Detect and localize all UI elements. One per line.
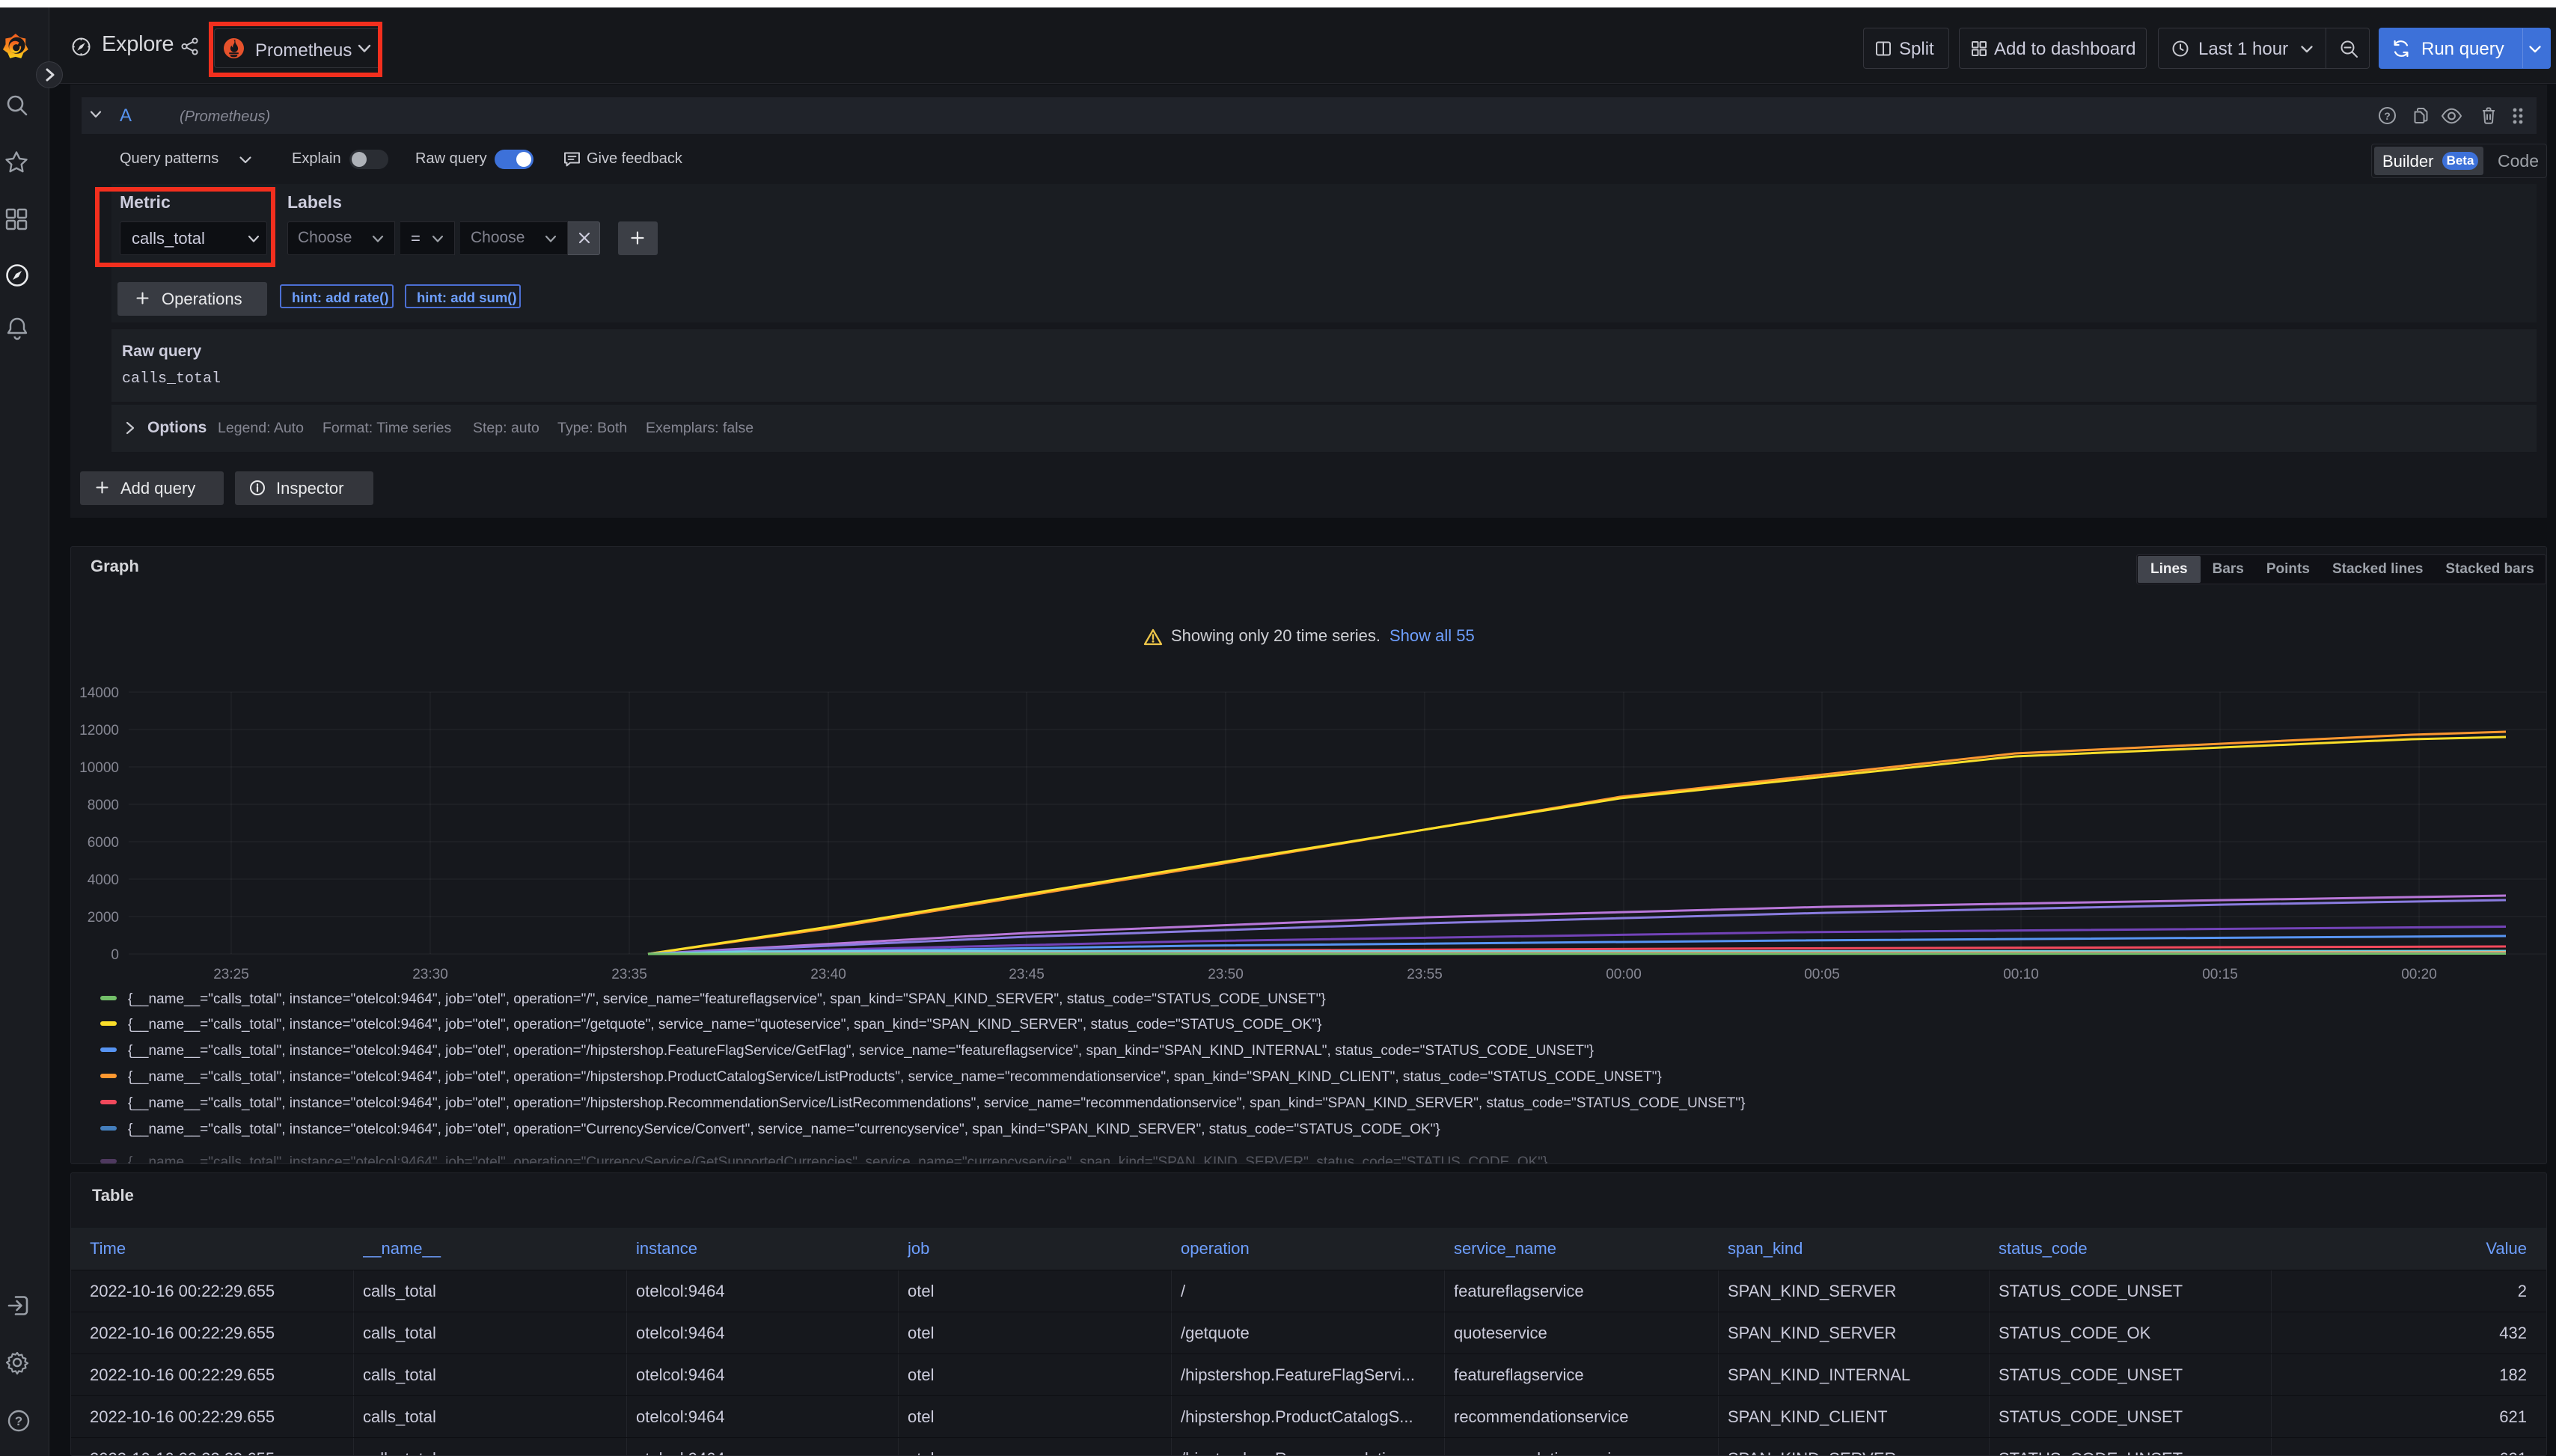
svg-text:23:30: 23:30 [412, 967, 448, 982]
svg-text:23:45: 23:45 [1009, 967, 1045, 982]
svg-text:?: ? [2384, 110, 2391, 122]
svg-text:00:05: 00:05 [1804, 967, 1840, 982]
svg-text:00:20: 00:20 [2401, 967, 2437, 982]
svg-text:12000: 12000 [79, 723, 119, 738]
svg-text:23:55: 23:55 [1407, 967, 1443, 982]
svg-text:00:10: 00:10 [2003, 967, 2039, 982]
svg-text:23:35: 23:35 [611, 967, 647, 982]
svg-text:00:00: 00:00 [1606, 967, 1642, 982]
svg-text:00:15: 00:15 [2202, 967, 2238, 982]
svg-text:2000: 2000 [88, 910, 119, 926]
svg-text:23:25: 23:25 [213, 967, 249, 982]
svg-text:4000: 4000 [88, 872, 119, 888]
svg-text:0: 0 [111, 947, 119, 963]
svg-text:10000: 10000 [79, 760, 119, 776]
svg-text:23:50: 23:50 [1208, 967, 1244, 982]
svg-text:6000: 6000 [88, 835, 119, 851]
svg-text:14000: 14000 [79, 685, 119, 701]
svg-text:8000: 8000 [88, 798, 119, 813]
svg-text:23:40: 23:40 [810, 967, 846, 982]
svg-text:?: ? [15, 1414, 22, 1428]
